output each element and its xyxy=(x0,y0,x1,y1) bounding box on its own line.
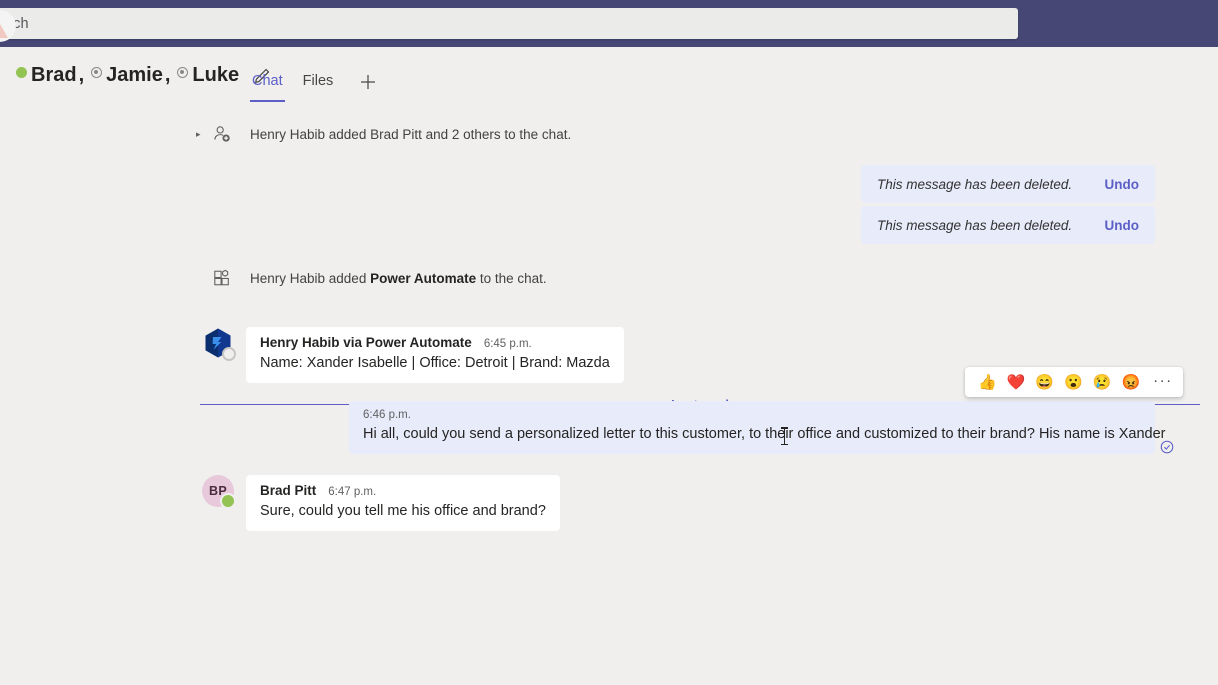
system-message-app-added: Henry Habib added Power Automate to the … xyxy=(196,266,547,290)
presence-badge-available xyxy=(220,493,236,509)
participant-name-jamie: Jamie xyxy=(106,64,163,86)
message-time: 6:45 p.m. xyxy=(483,338,532,350)
message-author: Brad Pitt xyxy=(260,483,317,498)
search-input[interactable]: arch xyxy=(0,8,1018,39)
message-bot: Henry Habib via Power Automate 6:45 p.m.… xyxy=(202,327,624,383)
chat-title: Brad , Jamie , Luke xyxy=(16,64,273,87)
presence-available-brad xyxy=(16,67,27,78)
presence-badge-offline xyxy=(222,347,236,361)
text-cursor xyxy=(781,427,788,445)
system-text-prefix: Henry Habib added xyxy=(250,270,371,286)
system-text-suffix: to the chat. xyxy=(476,270,547,286)
top-bar: arch xyxy=(0,0,1218,47)
plus-icon[interactable] xyxy=(357,71,379,93)
chevron-right-icon[interactable]: ▸ xyxy=(196,129,210,140)
deleted-message-text: This message has been deleted. xyxy=(877,176,1073,192)
undo-button-1[interactable]: Undo xyxy=(1105,177,1140,192)
message-bubble: Brad Pitt 6:47 p.m. Sure, could you tell… xyxy=(246,475,560,531)
presence-away-luke xyxy=(177,67,189,78)
tab-files[interactable]: Files xyxy=(293,62,344,102)
message-body: Sure, could you tell me his office and b… xyxy=(260,503,546,519)
thumbs-up-reaction[interactable]: 👍 xyxy=(978,375,997,390)
participant-name-brad: Brad xyxy=(31,64,77,86)
add-person-icon xyxy=(210,122,234,146)
message-header: 6:46 p.m. xyxy=(363,409,1141,421)
heart-reaction[interactable]: ❤️ xyxy=(1007,375,1026,390)
reaction-bar: 👍 ❤️ 😄 😮 😢 😡 ··· xyxy=(965,367,1183,397)
message-body: Name: Xander Isabelle | Office: Detroit … xyxy=(260,355,610,371)
message-header: Henry Habib via Power Automate 6:45 p.m. xyxy=(260,335,610,350)
system-message-text: Henry Habib added Power Automate to the … xyxy=(250,271,547,286)
deleted-message-bubble-2: This message has been deleted. Undo xyxy=(861,206,1155,244)
undo-button-2[interactable]: Undo xyxy=(1105,218,1140,233)
message-bubble: Henry Habib via Power Automate 6:45 p.m.… xyxy=(246,327,624,383)
laugh-reaction[interactable]: 😄 xyxy=(1035,375,1054,390)
deleted-message-bubble-1: This message has been deleted. Undo xyxy=(861,165,1155,203)
sad-reaction[interactable]: 😢 xyxy=(1093,375,1112,390)
app-name: Power Automate xyxy=(370,270,477,286)
apps-grid-icon xyxy=(210,266,234,290)
message-time: 6:47 p.m. xyxy=(328,486,377,498)
angry-reaction[interactable]: 😡 xyxy=(1121,375,1140,390)
system-message-text: Henry Habib added Brad Pitt and 2 others… xyxy=(250,126,572,142)
read-check-icon xyxy=(1160,440,1174,454)
message-body: Hi all, could you send a personalized le… xyxy=(363,426,1166,442)
tab-chat[interactable]: Chat xyxy=(242,62,293,102)
title-separator-2: , xyxy=(164,64,171,86)
message-time: 6:46 p.m. xyxy=(363,409,411,421)
system-message-members-added: ▸ Henry Habib added Brad Pitt and 2 othe… xyxy=(196,122,571,146)
message-author: Henry Habib via Power Automate xyxy=(260,335,472,350)
avatar: BP xyxy=(202,475,236,509)
presence-away-jamie xyxy=(91,67,103,78)
message-header: Brad Pitt 6:47 p.m. xyxy=(260,483,546,498)
message-self: 6:46 p.m. Hi all, could you send a perso… xyxy=(349,401,1166,454)
participant-name-luke: Luke xyxy=(192,64,240,86)
more-options-icon[interactable]: ··· xyxy=(1153,372,1173,389)
deleted-message-text: This message has been deleted. xyxy=(877,217,1073,233)
message-bubble-self: 6:46 p.m. Hi all, could you send a perso… xyxy=(349,401,1166,454)
surprised-reaction[interactable]: 😮 xyxy=(1064,375,1083,390)
avatar xyxy=(202,327,236,361)
chat-tabs: Chat Files xyxy=(242,62,379,102)
message-reply: BP Brad Pitt 6:47 p.m. Sure, could you t… xyxy=(202,475,560,531)
title-separator-1: , xyxy=(78,64,85,86)
